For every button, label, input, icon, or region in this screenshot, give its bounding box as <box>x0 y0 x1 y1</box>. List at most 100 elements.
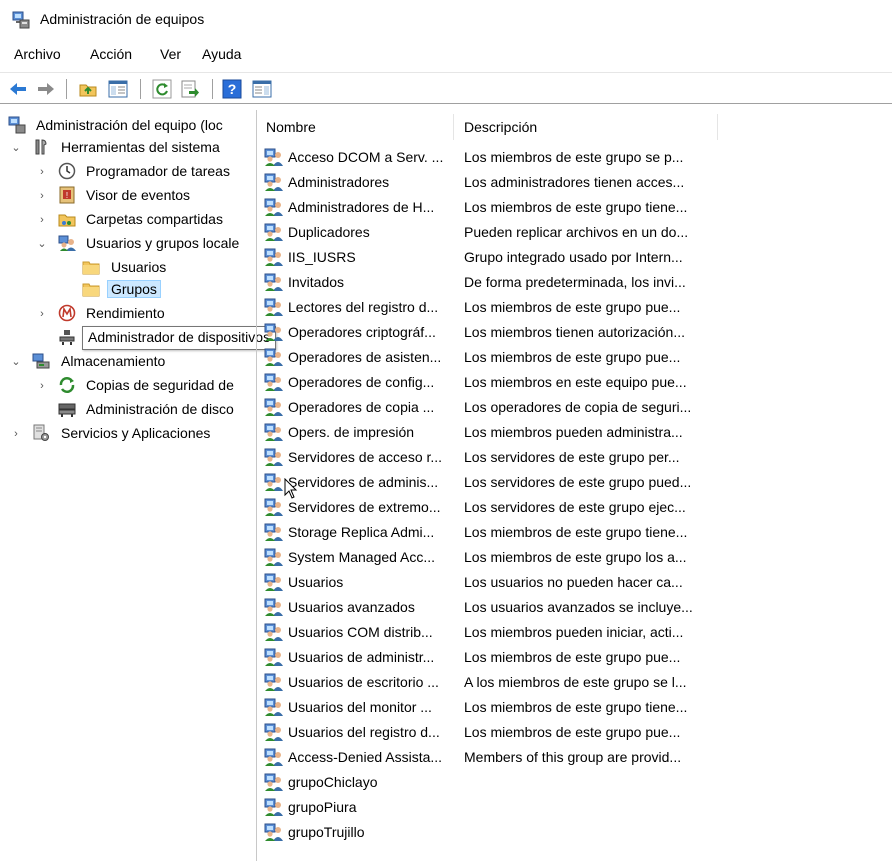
tree-item-carpetas-compartidas[interactable]: › Carpetas compartidas <box>0 208 252 230</box>
toolbar-separator <box>212 79 213 99</box>
menu-ver[interactable]: Ver <box>160 46 181 62</box>
computer-management-icon <box>12 11 30 29</box>
export-list-icon[interactable] <box>180 79 200 99</box>
chevron-right-icon[interactable]: › <box>36 166 48 178</box>
tree-item-copias-seguridad[interactable]: › Copias de seguridad de <box>0 374 252 396</box>
group-icon <box>264 398 284 416</box>
list-item[interactable]: Usuarios COM distrib... Los miembros pued… <box>258 620 892 645</box>
folder-icon <box>82 261 100 275</box>
group-name: Usuarios del registro d... <box>288 724 440 740</box>
disk-icon <box>58 403 76 417</box>
chevron-down-icon[interactable]: ⌄ <box>36 238 48 250</box>
chevron-down-icon[interactable]: ⌄ <box>10 142 22 154</box>
menu-archivo[interactable]: Archivo <box>14 46 61 62</box>
group-description: De forma predeterminada, los invi... <box>464 274 686 290</box>
help-icon[interactable]: ? <box>222 79 242 99</box>
list-item[interactable]: Storage Replica Admi... Los miembros de e… <box>258 520 892 545</box>
chevron-right-icon[interactable]: › <box>36 190 48 202</box>
chevron-right-icon[interactable]: › <box>36 308 48 320</box>
group-description: Los servidores de este grupo ejec... <box>464 499 686 515</box>
tree-item-usuarios-grupos[interactable]: ⌄ Usuarios y grupos locale <box>0 232 252 254</box>
tree-item-label: Copias de seguridad de <box>86 377 234 393</box>
pane-splitter[interactable] <box>256 110 257 861</box>
tree-item-usuarios[interactable]: Usuarios <box>0 256 252 278</box>
list-item[interactable]: grupoChiclayo <box>258 770 892 795</box>
list-item[interactable]: Usuarios de administr... Los miembros de … <box>258 645 892 670</box>
folder-icon <box>82 283 100 297</box>
group-description: Los miembros de este grupo tiene... <box>464 199 688 215</box>
list-item[interactable]: Usuarios de escritorio ... A los miembros… <box>258 670 892 695</box>
event-viewer-icon: ! <box>59 186 75 204</box>
group-name: Operadores de asisten... <box>288 349 442 365</box>
group-description: Los miembros de este grupo pue... <box>464 649 681 665</box>
window-title: Administración de equipos <box>40 11 205 27</box>
group-description: Los usuarios avanzados se incluye... <box>464 599 693 615</box>
title-bar: Administración de equipos <box>0 0 892 40</box>
list-item[interactable]: Operadores criptográf... Los miembros tie… <box>258 320 892 345</box>
menu-ayuda[interactable]: Ayuda <box>202 46 241 62</box>
list-item[interactable]: Operadores de asisten... Los miembros de … <box>258 345 892 370</box>
chevron-right-icon[interactable]: › <box>36 380 48 392</box>
tree-item-visor-eventos[interactable]: › ! Visor de eventos <box>0 184 252 206</box>
tree-item-almacenamiento[interactable]: ⌄ Almacenamiento <box>0 350 252 372</box>
group-name: System Managed Acc... <box>288 549 436 565</box>
forward-arrow-icon[interactable] <box>36 79 56 99</box>
list-item[interactable]: Acceso DCOM a Serv. ... Los miembros de e… <box>258 145 892 170</box>
storage-icon <box>32 353 50 369</box>
list-item[interactable]: Servidores de adminis... Los servidores d… <box>258 470 892 495</box>
list-item[interactable]: Invitados De forma predeterminada, los in… <box>258 270 892 295</box>
group-name: Servidores de acceso r... <box>288 449 443 465</box>
tree-item-administracion-discos[interactable]: Administración de disco <box>0 398 252 420</box>
tooltip: Administrador de dispositivos <box>82 326 277 350</box>
group-icon <box>264 523 284 541</box>
chevron-down-icon[interactable]: ⌄ <box>10 356 22 368</box>
list-item[interactable]: Operadores de config... Los miembros en e… <box>258 370 892 395</box>
list-item[interactable]: Administradores de H... Los miembros de e… <box>258 195 892 220</box>
tree-item-label: Administración del equipo (loc <box>36 117 223 133</box>
tree-item-label: Programador de tareas <box>86 163 230 179</box>
tree-item-label: Usuarios <box>111 259 167 275</box>
group-description: Los servidores de este grupo per... <box>464 449 680 465</box>
list-item[interactable]: Usuarios del monitor ... Los miembros de … <box>258 695 892 720</box>
group-description: Los servidores de este grupo pued... <box>464 474 692 490</box>
tree-item-label: Servicios y Aplicaciones <box>61 425 211 441</box>
list-item[interactable]: Usuarios del registro d... Los miembros d… <box>258 720 892 745</box>
show-hide-console-tree-icon[interactable] <box>108 79 128 99</box>
list-item[interactable]: Usuarios Los usuarios no pueden hacer ca.… <box>258 570 892 595</box>
tree-item-root[interactable]: Administración del equipo (loc <box>0 114 252 136</box>
refresh-icon[interactable] <box>152 79 172 99</box>
group-icon <box>264 748 284 766</box>
toolbar-separator <box>140 79 141 99</box>
list-item[interactable]: System Managed Acc... Los miembros de est… <box>258 545 892 570</box>
group-icon <box>264 798 284 816</box>
group-icon <box>264 673 284 691</box>
list-item[interactable]: Opers. de impresión Los miembros pueden a… <box>258 420 892 445</box>
list-item[interactable]: IIS_IUSRS Grupo integrado usado por Inter… <box>258 245 892 270</box>
tree-item-servicios-aplicaciones[interactable]: › Servicios y Aplicaciones <box>0 422 252 444</box>
tree-item-label: Carpetas compartidas <box>86 211 223 227</box>
list-item[interactable]: grupoPiura <box>258 795 892 820</box>
list-item[interactable]: Usuarios avanzados Los usuarios avanzados… <box>258 595 892 620</box>
show-hide-action-pane-icon[interactable] <box>252 79 272 99</box>
tree-item-rendimiento[interactable]: › Rendimiento <box>0 302 252 324</box>
column-header-descripcion[interactable]: Descripción <box>456 114 718 140</box>
chevron-right-icon[interactable]: › <box>36 214 48 226</box>
list-item[interactable]: Access-Denied Assista... Members of this … <box>258 745 892 770</box>
list-item[interactable]: Servidores de extremo... Los servidores d… <box>258 495 892 520</box>
tree-item-grupos[interactable]: Grupos <box>0 278 252 300</box>
list-item[interactable]: Lectores del registro d... Los miembros d… <box>258 295 892 320</box>
list-item[interactable]: Administradores Los administradores tiene… <box>258 170 892 195</box>
list-item[interactable]: grupoTrujillo <box>258 820 892 845</box>
chevron-right-icon[interactable]: › <box>10 428 22 440</box>
tree-item-programador[interactable]: › Programador de tareas <box>0 160 252 182</box>
column-header-nombre[interactable]: Nombre <box>258 114 454 140</box>
list-item[interactable]: Servidores de acceso r... Los servidores … <box>258 445 892 470</box>
group-name: grupoPiura <box>288 799 357 815</box>
menu-accion[interactable]: Acción <box>90 46 132 62</box>
group-name: grupoTrujillo <box>288 824 365 840</box>
up-folder-icon[interactable] <box>78 79 98 99</box>
list-item[interactable]: Operadores de copia ... Los operadores de… <box>258 395 892 420</box>
tree-item-herramientas[interactable]: ⌄ Herramientas del sistema <box>0 136 252 158</box>
back-arrow-icon[interactable] <box>8 79 28 99</box>
list-item[interactable]: Duplicadores Pueden replicar archivos en … <box>258 220 892 245</box>
